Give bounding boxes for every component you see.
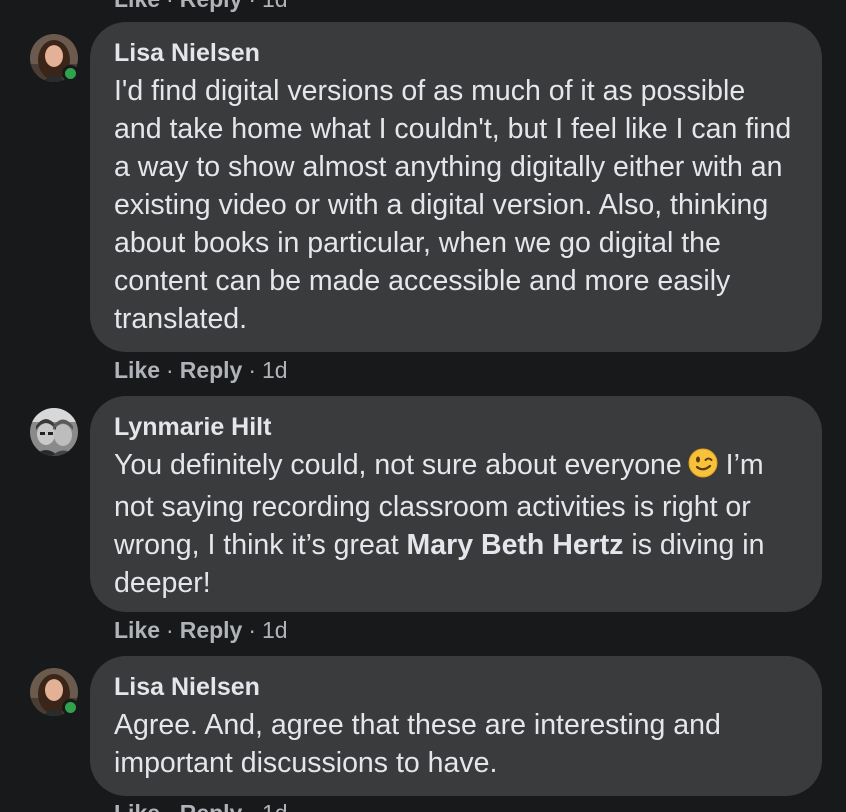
reply-button[interactable]: Reply <box>180 357 243 384</box>
comment-timestamp[interactable]: 1d <box>262 0 288 13</box>
comment-text: Agree. And, agree that these are interes… <box>114 709 721 779</box>
avatar[interactable] <box>30 34 79 82</box>
comment-author[interactable]: Lisa Nielsen <box>114 38 798 68</box>
reply-button[interactable]: Reply <box>180 617 243 644</box>
comment-timestamp[interactable]: 1d <box>262 800 288 812</box>
reply-button[interactable]: Reply <box>180 800 243 812</box>
comment-author[interactable]: Lynmarie Hilt <box>114 412 798 442</box>
like-button[interactable]: Like <box>114 800 160 812</box>
separator: · <box>248 356 257 383</box>
online-status-indicator <box>62 699 79 716</box>
comment-timestamp[interactable]: 1d <box>262 357 288 384</box>
mention-link[interactable]: Mary Beth Hertz <box>407 529 624 561</box>
separator: · <box>166 800 174 812</box>
profile-avatar-icon <box>30 408 78 456</box>
online-status-indicator <box>62 65 79 82</box>
like-button[interactable]: Like <box>114 617 160 644</box>
comment-actions: Like · Reply · 1d <box>114 0 288 14</box>
separator: · <box>248 616 257 643</box>
comment-timestamp[interactable]: 1d <box>262 617 288 644</box>
comment-text: You definitely could, not sure about eve… <box>114 446 798 602</box>
avatar[interactable] <box>30 668 79 716</box>
separator: · <box>248 0 256 13</box>
separator: · <box>166 356 174 383</box>
comment-actions: Like · Reply · 1d <box>114 355 288 385</box>
comment-text-part: You definitely could, not sure about eve… <box>114 449 682 481</box>
separator: · <box>166 616 174 643</box>
winking-face-emoji-icon <box>688 448 718 488</box>
separator: · <box>166 0 174 13</box>
comment-bubble: Lisa Nielsen I'd find digital versions o… <box>90 22 822 352</box>
separator: · <box>248 800 256 812</box>
comment-actions: Like · Reply · 1d <box>114 615 288 645</box>
comment-bubble: Lynmarie Hilt You definitely could, not … <box>90 396 822 612</box>
like-button[interactable]: Like <box>114 357 160 384</box>
comment-actions: Like · Reply · 1d <box>114 798 288 812</box>
avatar[interactable] <box>30 408 78 456</box>
like-button[interactable]: Like <box>114 0 160 13</box>
reply-button[interactable]: Reply <box>180 0 243 13</box>
comment-thread: Like · Reply · 1d Lisa Nielsen I'd find … <box>0 0 846 812</box>
comment-text: I'd find digital versions of as much of … <box>114 75 792 335</box>
comment-bubble: Lisa Nielsen Agree. And, agree that thes… <box>90 656 822 796</box>
comment-author[interactable]: Lisa Nielsen <box>114 672 798 702</box>
